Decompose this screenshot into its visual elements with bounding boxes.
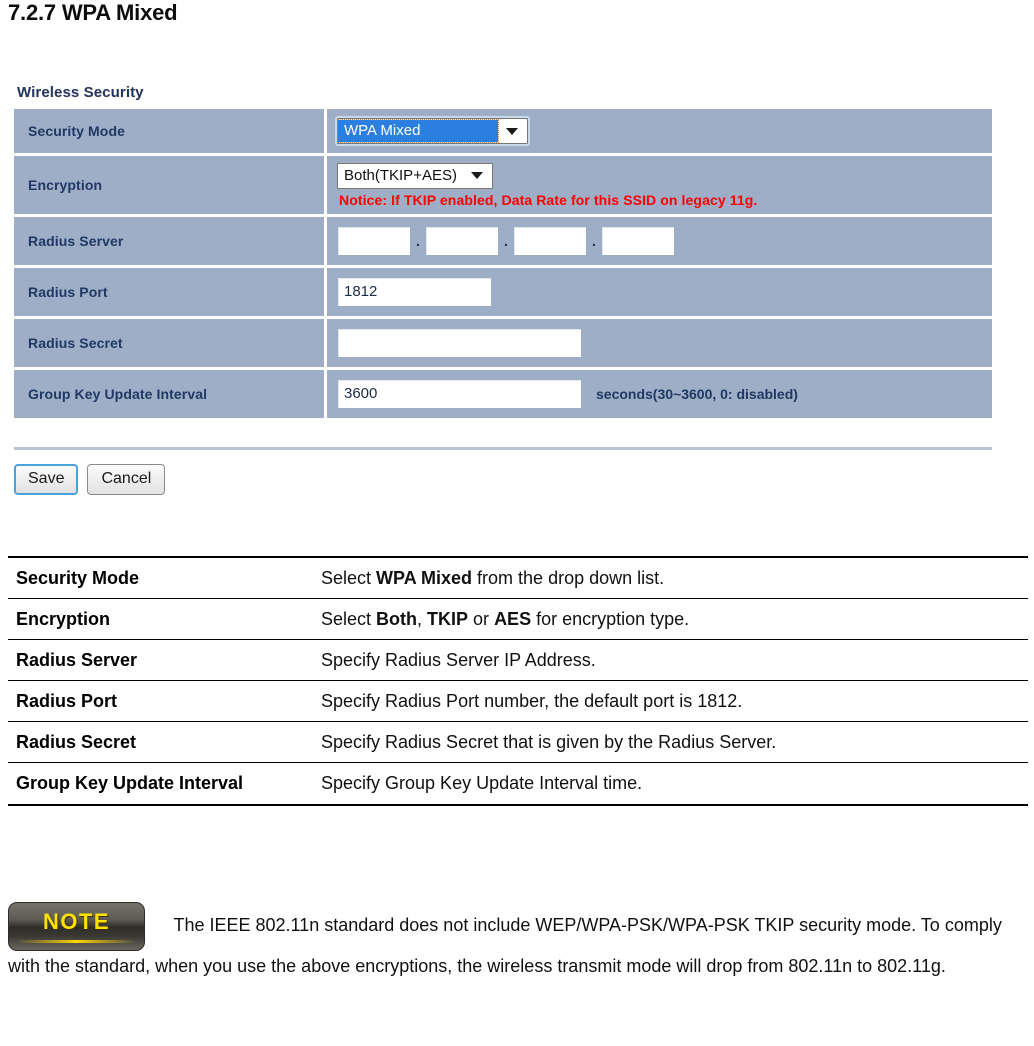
table-row: Radius Port Specify Radius Port number, t…: [8, 680, 1028, 723]
field-description-table: Security Mode Select WPA Mixed from the d…: [8, 556, 1028, 806]
radius-port-label: Radius Port: [14, 268, 327, 316]
description-value: Select WPA Mixed from the drop down list…: [317, 556, 1028, 600]
security-mode-cell: WPA Mixed: [327, 109, 992, 153]
description-fragment: Select: [321, 609, 377, 630]
radius-server-cell: ...: [327, 217, 992, 265]
form-button-bar: Save Cancel: [14, 447, 992, 495]
description-emphasis: Both: [376, 609, 418, 630]
description-fragment: Specify Group Key Update Interval time.: [321, 773, 643, 794]
security-mode-select[interactable]: WPA Mixed: [335, 116, 530, 146]
page-title: 7.2.7 WPA Mixed: [8, 0, 178, 25]
description-fragment: from the drop down list.: [472, 568, 665, 588]
group-key-update-interval-unit-text: seconds(30~3600, 0: disabled): [596, 386, 798, 402]
chevron-down-icon: [470, 172, 483, 179]
description-fragment: or: [468, 609, 495, 630]
radius-secret-cell: [327, 319, 992, 367]
note-text: The IEEE 802.11n standard does not inclu…: [8, 914, 1002, 976]
note-badge-glow: [17, 940, 136, 943]
table-row: Radius Server Specify Radius Server IP Ad…: [8, 639, 1028, 682]
note-badge-icon: NOTE: [8, 902, 145, 951]
radius-server-label: Radius Server: [14, 217, 327, 265]
encryption-notice-text: Notice: If TKIP enabled, Data Rate for t…: [339, 191, 758, 208]
radius-port-cell: 1812: [327, 268, 992, 316]
description-emphasis: WPA Mixed: [376, 568, 473, 588]
config-row-radius-secret: Radius Secret: [14, 319, 992, 367]
description-value: Specify Radius Secret that is given by t…: [317, 721, 1028, 764]
wireless-security-heading: Wireless Security: [17, 84, 144, 101]
description-key: Radius Port: [8, 680, 317, 723]
description-value: Specify Radius Port number, the default …: [317, 680, 1028, 723]
group-key-update-interval-input[interactable]: 3600: [337, 379, 582, 409]
ip-separator-dot: .: [503, 232, 509, 250]
ip-separator-dot: .: [591, 232, 597, 250]
table-row: Radius Secret Specify Radius Secret that …: [8, 721, 1028, 764]
table-row: Security Mode Select WPA Mixed from the d…: [8, 556, 1028, 600]
config-row-group-key-update-interval: Group Key Update Interval 3600 seconds(30…: [14, 370, 992, 418]
description-key: Group Key Update Interval: [8, 762, 317, 806]
security-mode-label: Security Mode: [14, 109, 327, 153]
description-key: Encryption: [8, 598, 317, 641]
config-row-security-mode: Security Mode WPA Mixed: [14, 109, 992, 153]
description-fragment: Specify Radius Secret that is given by t…: [321, 732, 777, 753]
security-mode-selected-value: WPA Mixed: [337, 119, 499, 143]
encryption-label: Encryption: [14, 156, 327, 214]
description-fragment: ,: [417, 609, 428, 630]
description-key: Radius Secret: [8, 721, 317, 764]
radius-port-input[interactable]: 1812: [337, 277, 492, 307]
group-key-update-interval-cell: 3600 seconds(30~3600, 0: disabled): [327, 370, 992, 418]
ip-separator-dot: .: [415, 232, 421, 250]
chevron-down-icon: [506, 127, 518, 135]
wireless-security-table: Security Mode WPA Mixed Encryption Both(…: [14, 106, 992, 421]
encryption-selected-value: Both(TKIP+AES): [344, 166, 457, 184]
description-fragment: Specify Radius Server IP Address.: [321, 650, 596, 671]
radius-server-octet-4-input[interactable]: [601, 226, 675, 256]
cancel-button[interactable]: Cancel: [87, 464, 166, 495]
table-row: Group Key Update Interval Specify Group K…: [8, 762, 1028, 806]
config-row-encryption: Encryption Both(TKIP+AES) Notice: If TKI…: [14, 156, 992, 214]
note-badge-label: NOTE: [42, 909, 111, 934]
config-row-radius-port: Radius Port 1812: [14, 268, 992, 316]
description-fragment: for encryption type.: [531, 609, 690, 630]
description-fragment: Specify Radius Port number, the default …: [321, 691, 743, 712]
radius-server-octet-2-input[interactable]: [425, 226, 499, 256]
description-value: Specify Group Key Update Interval time.: [317, 762, 1028, 806]
encryption-cell: Both(TKIP+AES) Notice: If TKIP enabled, …: [327, 156, 992, 214]
group-key-update-interval-label: Group Key Update Interval: [14, 370, 327, 418]
description-emphasis: AES: [494, 609, 532, 630]
description-emphasis: TKIP: [427, 609, 469, 630]
description-value: Specify Radius Server IP Address.: [317, 639, 1028, 682]
description-value: Select Both, TKIP or AES for encryption …: [317, 598, 1028, 641]
radius-secret-label: Radius Secret: [14, 319, 327, 367]
config-row-radius-server: Radius Server ...: [14, 217, 992, 265]
description-key: Radius Server: [8, 639, 317, 682]
note-block: NOTE The IEEE 802.11n standard does not …: [8, 902, 1028, 982]
encryption-select[interactable]: Both(TKIP+AES): [337, 162, 493, 189]
table-row: Encryption Select Both, TKIP or AES for e…: [8, 598, 1028, 641]
radius-secret-input[interactable]: [337, 328, 582, 358]
save-button[interactable]: Save: [14, 464, 79, 495]
description-key: Security Mode: [8, 556, 317, 600]
description-fragment: Select: [321, 568, 377, 588]
wireless-security-panel: Wireless Security Security Mode WPA Mixe…: [14, 84, 992, 495]
radius-server-octet-1-input[interactable]: [337, 226, 411, 256]
radius-server-octet-3-input[interactable]: [513, 226, 587, 256]
